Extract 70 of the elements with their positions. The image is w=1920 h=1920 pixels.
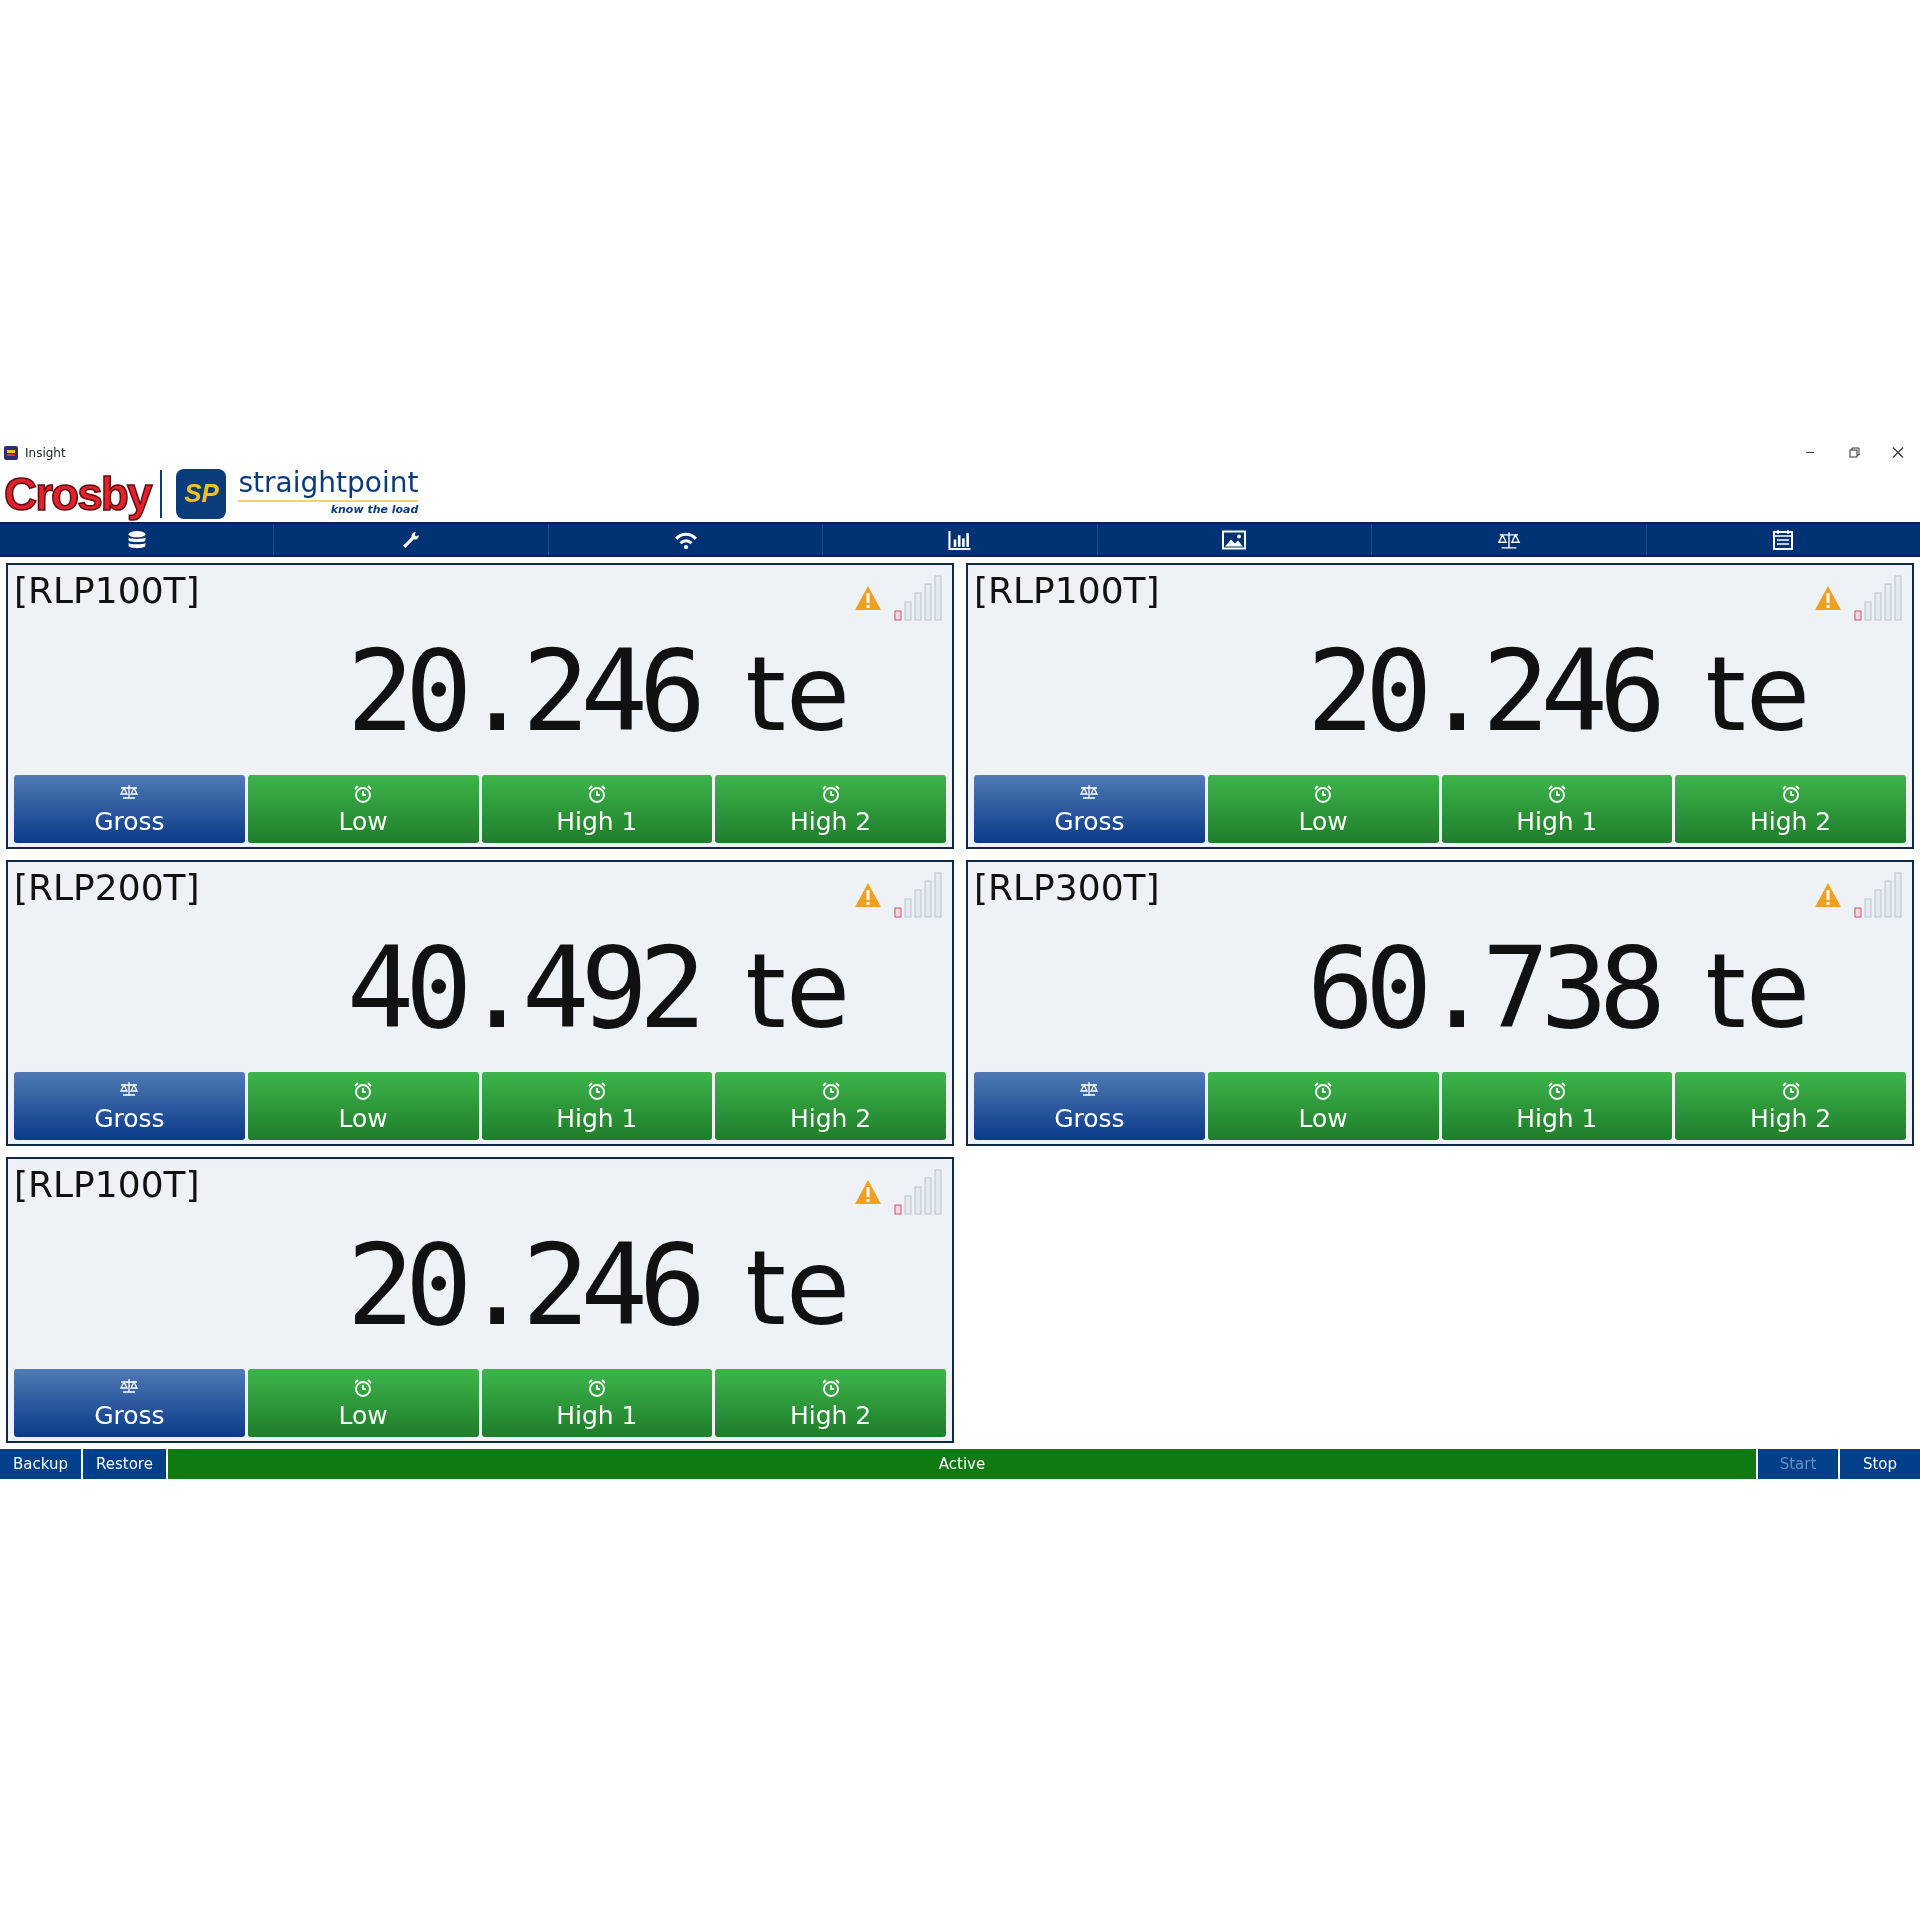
alarm-button[interactable]: High 2 [1675,1072,1906,1140]
footer-button[interactable]: Backup [0,1449,81,1479]
device-name: [RLP300T] [974,868,1160,908]
device-name: [RLP200T] [14,868,200,908]
image-icon [1222,529,1247,550]
alarm-clock-icon [820,1378,841,1399]
alarm-clock-icon [820,784,841,805]
sp-logo: SP [176,468,227,519]
alarm-button[interactable]: Low [1207,775,1439,843]
signal-icon [1852,872,1904,918]
alarm-button[interactable]: Low [1207,1072,1439,1140]
unit-label: te [1705,642,1810,746]
gross-button[interactable]: Gross [14,1072,245,1140]
weight-reading: 40.492 [346,932,698,1044]
signal-icon [892,575,944,621]
alarm-clock-icon [820,1081,841,1102]
alarm-button[interactable]: High 1 [1441,775,1673,843]
calendar-icon [1771,529,1796,550]
alarm-button[interactable]: Low [247,775,479,843]
weight-reading: 20.246 [346,635,698,747]
weight-reading: 20.246 [1306,635,1658,747]
signal-icon [892,1169,944,1215]
gross-button[interactable]: Gross [974,775,1205,843]
alarm-clock-icon [353,1081,374,1102]
alarm-button[interactable]: High 1 [481,775,713,843]
scale-icon [1496,529,1521,550]
alarm-button[interactable]: High 2 [715,775,946,843]
close-icon[interactable] [1891,446,1905,459]
alarm-clock-icon [1780,784,1801,805]
gross-button[interactable]: Gross [14,775,245,843]
app-icon [3,444,19,461]
footer-button[interactable]: Restore [83,1449,166,1479]
alarm-clock-icon [586,784,607,805]
alarm-button[interactable]: High 2 [715,1369,946,1437]
alarm-button[interactable]: High 2 [715,1072,946,1140]
alarm-clock-icon [586,1081,607,1102]
alarm-button[interactable]: High 1 [481,1072,713,1140]
unit-label: te [745,642,850,746]
device-name: [RLP100T] [14,1165,200,1205]
gross-button[interactable]: Gross [14,1369,245,1437]
alarm-clock-icon [353,784,374,805]
restore-icon[interactable] [1847,446,1861,459]
alarm-clock-icon [586,1378,607,1399]
alarm-clock-icon [1546,1081,1567,1102]
bar-chart-icon [947,529,972,550]
alarm-clock-icon [1780,1081,1801,1102]
tagline: know the load [330,501,419,518]
alarm-button[interactable]: High 2 [1675,775,1906,843]
device-name: [RLP100T] [14,571,200,611]
gross-button[interactable]: Gross [974,1072,1205,1140]
alarm-clock-icon [1313,1081,1334,1102]
alarm-button[interactable]: Low [247,1369,479,1437]
unit-label: te [1705,939,1810,1043]
alarm-button[interactable]: High 1 [1441,1072,1673,1140]
status-bar: Active [167,1449,1756,1479]
alarm-button[interactable]: Low [247,1072,479,1140]
straightpoint-logo: straightpoint [238,468,419,502]
unit-label: te [745,1236,850,1340]
alarm-clock-icon [1313,784,1334,805]
weight-reading: 20.246 [346,1229,698,1341]
footer-button[interactable]: Stop [1840,1449,1920,1479]
unit-label: te [745,939,850,1043]
window-title: Insight [25,444,66,462]
alarm-clock-icon [353,1378,374,1399]
signal-icon [892,872,944,918]
device-name: [RLP100T] [974,571,1160,611]
alarm-button[interactable]: High 1 [481,1369,713,1437]
signal-icon [1852,575,1904,621]
alarm-clock-icon [1546,784,1567,805]
weight-reading: 60.738 [1306,932,1658,1044]
